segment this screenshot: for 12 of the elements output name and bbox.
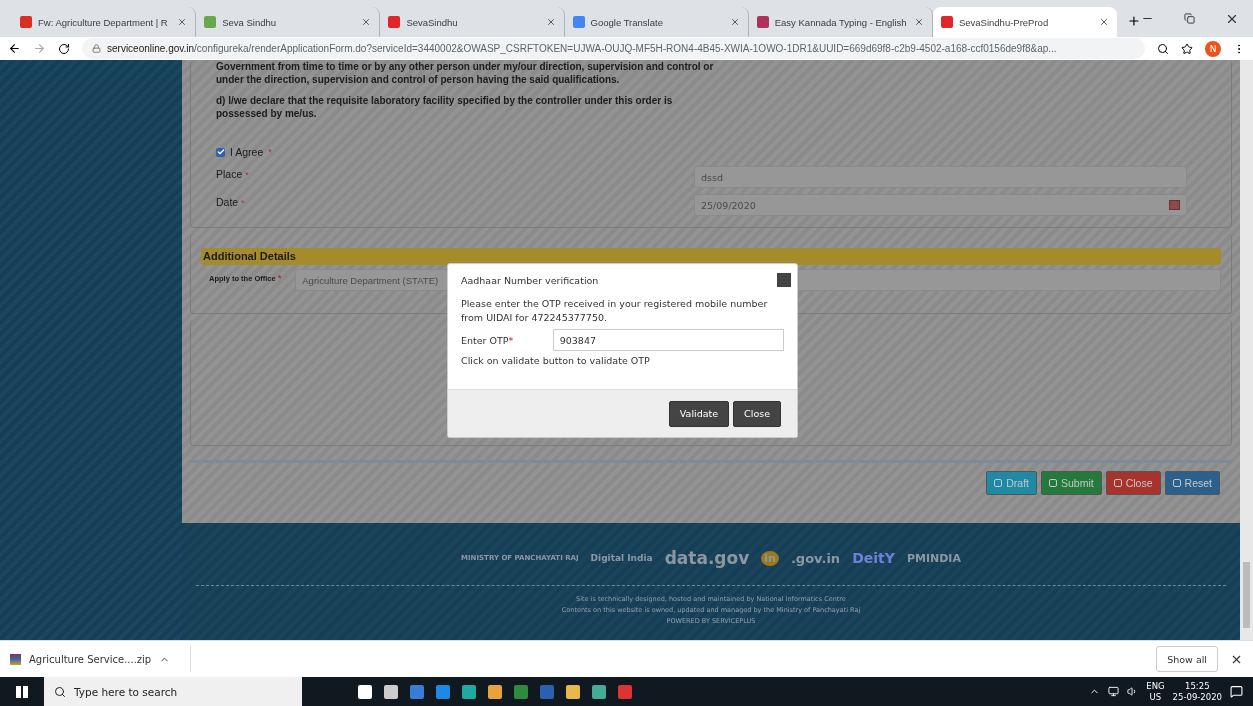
declaration-text: Government from time to time or by any other person under my/our direction, supervision and control or under the direction, supervision and control of person having the said qualifications.: [216, 60, 715, 86]
section-header: Additional Details: [201, 248, 1221, 265]
declaration-text: d) I/we declare that the requisite laboratory facility specified by the controller under this order is possessed by me/us.: [216, 94, 674, 120]
dialog-message: Please enter the OTP received in your registered mobile number from UIDAI for 472245377750.: [461, 297, 769, 325]
required-mark: *: [268, 147, 272, 157]
dialog-hint: Click on validate button to validate OTP: [461, 355, 651, 366]
search-placeholder: Type here to search: [74, 685, 178, 698]
otp-label: Enter OTP*: [461, 334, 515, 346]
field-label: Place *: [216, 167, 250, 180]
agree-label: I Agree: [230, 146, 264, 158]
dialog-title: Aadhaar Number verification: [461, 274, 599, 286]
field-label: Date *: [216, 195, 246, 208]
